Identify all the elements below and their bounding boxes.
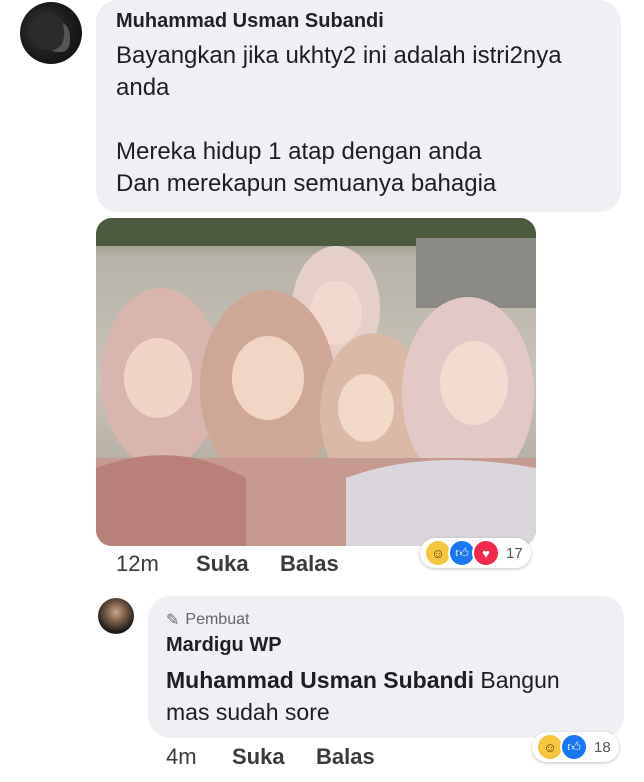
reply-reaction-count: 18 (594, 738, 611, 756)
mention-link[interactable]: Muhammad Usman Subandi (166, 667, 474, 693)
reply-avatar[interactable] (98, 598, 134, 634)
reply-reaction-summary[interactable]: ☺ 👍︎ 18 (532, 732, 619, 762)
comment-timestamp: 12m (116, 551, 159, 576)
reaction-summary[interactable]: ☺ 👍︎ ♥ 17 (420, 538, 531, 568)
reaction-count: 17 (506, 544, 523, 562)
reply-text: Muhammad Usman Subandi Bangun mas sudah … (166, 664, 606, 728)
like-button[interactable]: Suka (196, 551, 249, 577)
love-icon: ♥ (472, 539, 500, 567)
reply-like-button[interactable]: Suka (232, 744, 285, 770)
author-badge-label: Pembuat (185, 611, 250, 628)
reply-author-name[interactable]: Mardigu WP (166, 634, 282, 657)
comment-text: Bayangkan jika ukhty2 ini adalah istri2n… (116, 42, 562, 197)
comment-author-name[interactable]: Muhammad Usman Subandi (116, 10, 384, 33)
commenter-avatar[interactable] (20, 2, 82, 64)
reply-timestamp: 4m (166, 744, 197, 769)
pen-icon: ✎ (166, 612, 180, 629)
reply-reply-button[interactable]: Balas (316, 744, 375, 770)
like-icon: 👍︎ (560, 733, 588, 761)
author-badge: ✎ Pembuat (166, 610, 249, 630)
comment-photo[interactable] (96, 218, 536, 546)
reply-button[interactable]: Balas (280, 551, 339, 577)
